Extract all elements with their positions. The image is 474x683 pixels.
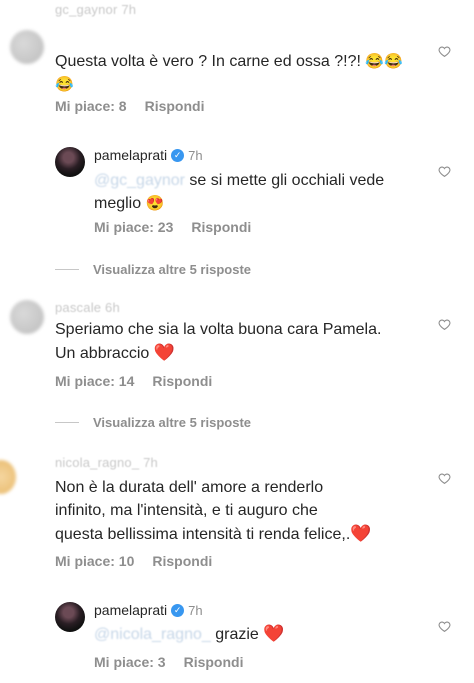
heart-emoji: ❤️ [350, 524, 372, 543]
likes-count[interactable]: Mi piace: 14 [55, 373, 134, 389]
like-icon[interactable] [438, 318, 452, 332]
like-icon[interactable] [438, 165, 452, 179]
mention-link[interactable]: @nicola_ragno_ [94, 626, 211, 643]
reply-author-row: pamelaprati ✓ 7h [94, 147, 203, 163]
avatar[interactable] [0, 460, 16, 494]
mention-link[interactable]: @gc_gaynor [94, 172, 185, 189]
reply-text: @nicola_ragno_ grazie ❤️ [94, 624, 285, 643]
likes-count[interactable]: Mi piace: 23 [94, 219, 173, 235]
avatar[interactable] [55, 602, 85, 632]
comment-text: Speriamo che sia la volta buona cara Pam… [55, 321, 382, 362]
reply-author[interactable]: pamelaprati [94, 602, 167, 618]
comment-meta: Mi piace: 14 Rispondi [55, 373, 212, 389]
heart-emoji: ❤️ [263, 624, 285, 643]
likes-count[interactable]: Mi piace: 10 [55, 553, 134, 569]
avatar[interactable] [10, 300, 44, 334]
comment-text: Non è la durata dell' amore a renderlo i… [55, 479, 372, 543]
reply-meta: Mi piace: 3 Rispondi [94, 654, 243, 670]
comment-meta: Mi piace: 10 Rispondi [55, 553, 212, 569]
reply-button[interactable]: Rispondi [145, 98, 205, 114]
reply-button[interactable]: Rispondi [184, 654, 244, 670]
likes-count[interactable]: Mi piace: 3 [94, 654, 166, 670]
reply-button[interactable]: Rispondi [152, 373, 212, 389]
comment-text: Questa volta è vero ? In carne ed ossa ?… [55, 53, 403, 93]
divider-line [55, 269, 79, 270]
comment-author[interactable]: nicola_ragno_ 7h [55, 455, 158, 470]
like-icon[interactable] [438, 472, 452, 486]
likes-count[interactable]: Mi piace: 8 [55, 98, 127, 114]
verified-icon: ✓ [171, 603, 185, 617]
comment-author[interactable]: pascale 6h [55, 300, 120, 315]
reply-author-row: pamelaprati ✓ 7h [94, 602, 203, 618]
reply-text: @gc_gaynor se si mette gli occhiali vede… [94, 172, 385, 212]
verified-icon: ✓ [171, 148, 185, 162]
view-more-replies[interactable]: Visualizza altre 5 risposte [55, 415, 251, 430]
reply-meta: Mi piace: 23 Rispondi [94, 219, 251, 235]
comment-meta: Mi piace: 8 Rispondi [55, 98, 204, 114]
view-more-replies[interactable]: Visualizza altre 5 risposte [55, 262, 251, 277]
comment-author[interactable]: gc_gaynor 7h [55, 2, 136, 17]
divider-line [55, 422, 79, 423]
reply-time: 7h [188, 602, 203, 618]
reply-author[interactable]: pamelaprati [94, 147, 167, 163]
reply-button[interactable]: Rispondi [191, 219, 251, 235]
like-icon[interactable] [438, 45, 452, 59]
avatar[interactable] [10, 30, 44, 64]
heart-eyes-emoji: 😍 [145, 195, 165, 212]
heart-emoji: ❤️ [153, 343, 175, 362]
like-icon[interactable] [438, 620, 452, 634]
reply-button[interactable]: Rispondi [152, 553, 212, 569]
avatar[interactable] [55, 147, 85, 177]
reply-time: 7h [188, 147, 203, 163]
